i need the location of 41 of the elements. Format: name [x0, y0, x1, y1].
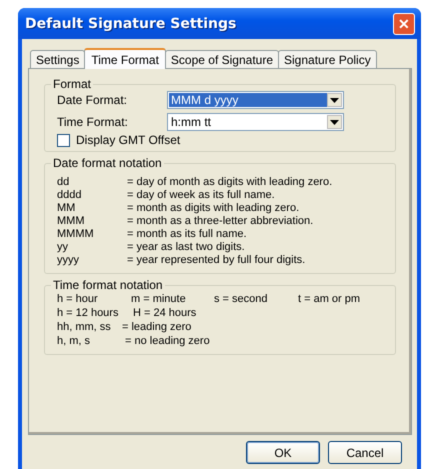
notation-text: h, m, s [57, 334, 92, 348]
group-legend: Date format notation [51, 156, 164, 170]
notation-text: m = minute [131, 292, 187, 306]
format-description: = year as last two digits. [127, 241, 245, 254]
notation-text: h = hour [57, 292, 99, 306]
notation-text: H = 24 hours [133, 306, 198, 320]
tab[interactable]: Time Format [84, 48, 166, 69]
dialog-button[interactable]: OK [246, 441, 320, 464]
group-legend: Time format notation [51, 278, 165, 292]
format-code: dddd [57, 189, 82, 202]
format-description: = day of week as its full name. [127, 189, 275, 202]
notation-text: = leading zero [122, 320, 192, 334]
field-label: Date Format: [57, 93, 128, 107]
format-code: yy [57, 241, 69, 254]
notation-text: = no leading zero [125, 334, 211, 348]
checkbox-label: Display GMT Offset [76, 133, 180, 147]
notation-text: hh, mm, ss [57, 320, 112, 334]
format-code: dd [57, 176, 70, 189]
format-code: MM [57, 202, 76, 215]
format-description: = year represented by full four digits. [127, 254, 306, 267]
dropdown-field[interactable]: MMM d yyyy [167, 91, 344, 109]
format-description: = day of month as digits with leading zero. [127, 176, 332, 189]
field-label: Time Format: [57, 115, 129, 129]
notation-text: s = second [214, 292, 269, 306]
format-code: MMM [57, 215, 86, 228]
tab[interactable]: Settings [30, 50, 86, 68]
window-title: Default Signature Settings [25, 16, 236, 32]
notation-text: h = 12 hours [57, 306, 120, 320]
format-description: = month as a three-letter abbreviation. [127, 215, 314, 228]
dialog-button[interactable]: Cancel [328, 441, 402, 464]
format-code: yyyy [57, 254, 80, 267]
tab[interactable]: Scope of Signature [164, 50, 279, 68]
close-button[interactable]: ✕ [393, 12, 415, 34]
dropdown-field[interactable]: h:mm tt [167, 113, 344, 131]
format-code: MMMM [57, 228, 95, 241]
format-description: = month as its full name. [127, 228, 247, 241]
checkbox[interactable] [57, 134, 70, 146]
notation-text: t = am or pm [298, 292, 362, 306]
tab[interactable]: Signature Policy [278, 50, 377, 68]
format-description: = month as digits with leading zero. [127, 202, 300, 215]
group-legend: Format [51, 77, 94, 91]
